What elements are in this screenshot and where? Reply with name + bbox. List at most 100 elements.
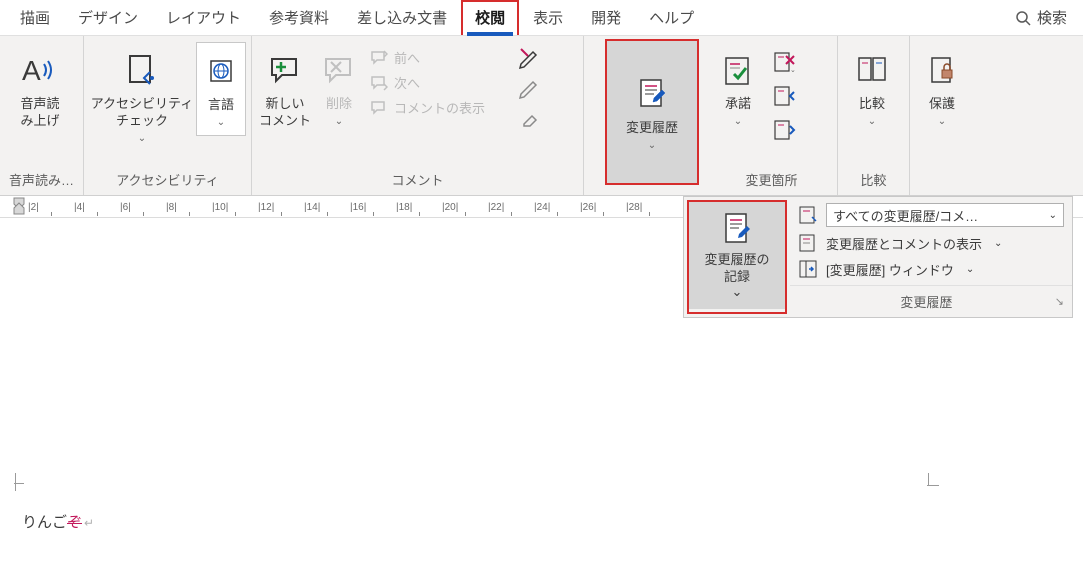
tab-view[interactable]: 表示 [519, 0, 577, 35]
comment-nav-col: 前へ 次へ コメントの表示 [364, 42, 512, 123]
ruler-tick: |28| [626, 197, 642, 217]
show-comments-button[interactable]: コメントの表示 [366, 96, 510, 119]
page-boundary [0, 473, 925, 493]
ribbon-body: A 音声読 み上げ 音声読み… アクセシビリティ チェック ⌄ 言語 ⌄ [0, 36, 1083, 196]
reviewing-pane-icon [798, 259, 818, 279]
prev-comment-icon [370, 49, 388, 67]
tab-design[interactable]: デザイン [64, 0, 152, 35]
display-for-review-row[interactable]: すべての変更履歴/コメ… ⌄ [798, 203, 1064, 227]
delete-comment-icon [321, 48, 357, 92]
display-for-review-combo[interactable]: すべての変更履歴/コメ… ⌄ [826, 203, 1064, 227]
caret-icon: ⌄ [966, 264, 974, 275]
prev-comment-button[interactable]: 前へ [366, 46, 510, 69]
group-comments-label: コメント [256, 166, 579, 195]
group-speech-label: 音声読み… [4, 166, 79, 195]
group-changes-label: 変更箇所 [710, 166, 833, 195]
paragraph-mark-icon: ↵ [84, 516, 94, 530]
reviewing-pane-button[interactable]: [変更履歴] ウィンドウ ⌄ [798, 259, 1064, 279]
read-aloud-button[interactable]: A 音声読 み上げ [4, 42, 76, 136]
ruler-tick: |10| [212, 197, 228, 217]
ruler-tick: |8| [166, 197, 177, 217]
compare-label: 比較 [859, 96, 885, 113]
pen-ink-icon[interactable] [518, 46, 542, 70]
next-comment-label: 次へ [394, 73, 420, 92]
caret-icon: ⌄ [138, 132, 146, 145]
ruler-minor-tick [373, 204, 374, 218]
ruler-tick: |14| [304, 197, 320, 217]
group-protect-label [914, 170, 974, 195]
track-record-label: 変更履歴の 記録 [704, 252, 769, 286]
tab-draw[interactable]: 描画 [6, 0, 64, 35]
dropdown-right: すべての変更履歴/コメ… ⌄ 変更履歴とコメントの表示 ⌄ [変更履歴] ウィン… [790, 197, 1072, 317]
tab-references[interactable]: 参考資料 [255, 0, 343, 35]
read-aloud-icon: A [20, 48, 60, 92]
ruler-minor-tick [235, 204, 236, 218]
ruler-minor-tick [189, 204, 190, 218]
delete-label: 削除 [326, 96, 352, 113]
search-label: 検索 [1037, 7, 1067, 28]
tab-mailings[interactable]: 差し込み文書 [343, 0, 461, 35]
prev-change-icon[interactable] [772, 84, 796, 108]
new-comment-label: 新しい コメント [259, 96, 311, 130]
ruler-minor-tick [97, 204, 98, 218]
ruler-minor-tick [419, 204, 420, 218]
ruler-minor-tick [649, 204, 650, 218]
group-tracking: 変更履歴 ⌄ [602, 36, 706, 195]
ruler-tick: |4| [74, 197, 85, 217]
group-speech: A 音声読 み上げ 音声読み… [0, 36, 84, 195]
eraser-icon[interactable] [518, 106, 542, 130]
show-comments-label: コメントの表示 [394, 98, 485, 117]
delete-comment-button[interactable]: 削除 ⌄ [314, 42, 364, 134]
track-changes-record-button[interactable]: 変更履歴の 記録 ⌄ [689, 202, 785, 309]
caret-icon: ⌄ [648, 139, 656, 152]
tab-developer[interactable]: 開発 [577, 0, 635, 35]
ruler-tick: |2| [28, 197, 39, 217]
pencil-icon[interactable] [518, 76, 542, 100]
track-changes-button[interactable]: 変更履歴 ⌄ [605, 39, 699, 185]
dialog-launcher-icon[interactable]: ↘ [1055, 295, 1064, 308]
combo-value: すべての変更履歴/コメ… [833, 206, 978, 225]
ruler-minor-tick [143, 204, 144, 218]
language-label: 言語 [208, 97, 234, 114]
group-changes: 承諾 ⌄ ⌄ 変更箇所 [706, 36, 838, 195]
compare-button[interactable]: 比較 ⌄ [842, 42, 902, 134]
reject-icon[interactable]: ⌄ [772, 50, 796, 74]
accessibility-icon [122, 48, 162, 92]
ruler-tick: |24| [534, 197, 550, 217]
text-struck: ぞ [67, 514, 82, 531]
track-changes-dropdown: 変更履歴の 記録 ⌄ すべての変更履歴/コメ… ⌄ 変更履歴とコメントの表示 ⌄ [683, 196, 1073, 318]
ruler-minor-tick [511, 204, 512, 218]
group-compare-label: 比較 [842, 166, 905, 195]
accessibility-check-button[interactable]: アクセシビリティ チェック ⌄ [88, 42, 196, 151]
text-normal: りんご [22, 514, 67, 531]
svg-text:A: A [22, 55, 41, 86]
tab-review[interactable]: 校閲 [461, 0, 519, 35]
new-comment-icon [267, 48, 303, 92]
group-comments: 新しい コメント 削除 ⌄ 前へ 次へ [252, 36, 584, 195]
caret-icon: ⌄ [732, 284, 743, 301]
protect-icon [924, 48, 960, 92]
tab-layout[interactable]: レイアウト [152, 0, 255, 35]
svg-text:⌄: ⌄ [790, 67, 796, 74]
new-comment-button[interactable]: 新しい コメント [256, 42, 314, 136]
protect-button[interactable]: 保護 ⌄ [914, 42, 970, 134]
search-box[interactable]: 検索 [999, 0, 1083, 35]
ink-tools-col [512, 42, 548, 134]
accept-button[interactable]: 承諾 ⌄ [710, 42, 766, 134]
read-aloud-label: 音声読 み上げ [20, 96, 59, 130]
tab-help[interactable]: ヘルプ [635, 0, 708, 35]
next-change-icon[interactable] [772, 118, 796, 142]
next-comment-button[interactable]: 次へ [366, 71, 510, 94]
ruler-tick: |20| [442, 197, 458, 217]
caret-icon: ⌄ [217, 116, 225, 129]
ribbon-tabs: 描画 デザイン レイアウト 参考資料 差し込み文書 校閲 表示 開発 ヘルプ 検… [0, 0, 1083, 36]
indent-marker[interactable] [12, 196, 26, 216]
ruler-tick: |12| [258, 197, 274, 217]
language-button[interactable]: 言語 ⌄ [196, 42, 246, 136]
show-markup-icon [798, 233, 818, 253]
document-text[interactable]: りんごぞ↵ [22, 511, 94, 532]
show-comments-icon [370, 99, 388, 117]
combo-caret-icon: ⌄ [1049, 210, 1057, 221]
caret-icon: ⌄ [734, 115, 742, 128]
show-markup-button[interactable]: 変更履歴とコメントの表示 ⌄ [798, 233, 1064, 253]
